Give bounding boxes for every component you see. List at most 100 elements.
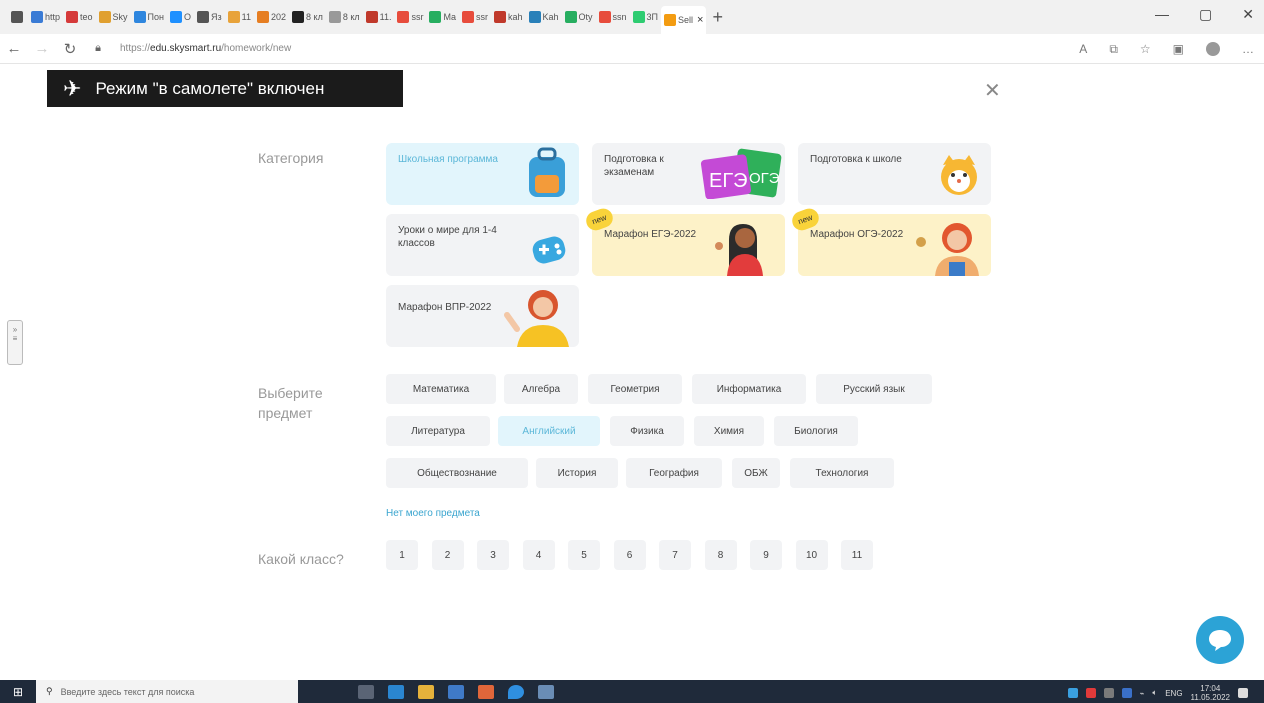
grade-button-7[interactable]: 7 [659,540,691,570]
browser-tab[interactable]: kah [491,6,526,28]
volume-icon[interactable]: 🔈︎ [1152,688,1157,698]
network-icon[interactable]: ⌁ [1140,689,1145,698]
subject-social[interactable]: Обществознание [386,458,528,488]
notifications-icon[interactable] [1238,688,1248,698]
favorites-icon[interactable]: ☆ [1140,42,1151,57]
subject-geometry[interactable]: Геометрия [588,374,682,404]
subject-english[interactable]: Английский [498,416,600,446]
subject-biology[interactable]: Биология [774,416,858,446]
subject-russian[interactable]: Русский язык [816,374,932,404]
subject-chemistry[interactable]: Химия [694,416,764,446]
browser-tab[interactable]: Oty [562,6,596,28]
browser-tab[interactable]: 11 [225,6,254,28]
grade-button-11[interactable]: 11 [841,540,873,570]
grade-button-1[interactable]: 1 [386,540,418,570]
chat-bubble-icon [1209,630,1231,651]
grade-button-3[interactable]: 3 [477,540,509,570]
app-orange-icon[interactable] [478,684,494,699]
close-window-icon[interactable]: ✕ [1242,6,1254,23]
task-view-icon[interactable] [358,684,374,699]
category-exam-prep[interactable]: Подготовка к экзаменам ЕГЭ ОГЭ [592,143,785,205]
tab-title: О [184,12,192,22]
browser-tab-bar: http teo Sky Пон О Яз 11 202 8 кл 8 кл 11. ssr Ma ssr… [0,0,1264,34]
browser-tab[interactable]: Пон [131,6,167,28]
subject-physics[interactable]: Физика [610,416,684,446]
chat-button[interactable] [1196,616,1244,664]
taskbar-search[interactable]: ⚲ Введите здесь текст для поиска [36,680,298,703]
browser-tab[interactable]: Ma [426,6,459,28]
subject-algebra[interactable]: Алгебра [504,374,578,404]
browser-tab[interactable]: ssr [394,6,426,28]
subject-technology[interactable]: Технология [790,458,894,488]
browser-tab[interactable]: Sell × [661,6,707,34]
read-aloud-icon[interactable]: A [1079,42,1087,57]
no-subject-link[interactable]: Нет моего предмета [386,508,480,519]
grade-button-4[interactable]: 4 [522,540,555,570]
extensions-icon[interactable]: ⧉ [1109,42,1118,57]
grade-button-8[interactable]: 8 [704,540,737,570]
browser-tab[interactable]: Kah [526,6,562,28]
grade-button-5[interactable]: 5 [568,540,600,570]
windows-start-icon[interactable]: ⊞ [0,685,36,699]
tray-icon-2[interactable] [1085,688,1096,698]
browser-tab[interactable]: Яз [194,6,225,28]
store-icon[interactable] [448,684,464,699]
browser-tab[interactable]: teo [63,6,96,28]
subject-literature[interactable]: Литература [386,416,490,446]
tab-actions-icon[interactable] [8,6,28,28]
tray-icon-4[interactable] [1121,688,1132,698]
maximize-icon[interactable]: ▢ [1199,6,1212,23]
browser-tab[interactable]: ssn [596,6,630,28]
subject-math[interactable]: Математика [386,374,496,404]
browser-tab[interactable]: 8 кл [326,6,363,28]
browser-tab[interactable]: 8 кл [289,6,326,28]
minimize-icon[interactable]: — [1155,6,1169,23]
back-icon[interactable]: ← [0,40,28,57]
browser-tab[interactable]: Sky [96,6,131,28]
clock[interactable]: 17:04 11.05.2022 [1191,684,1230,702]
ege-text: ЕГЭ [709,170,748,192]
subject-history[interactable]: История [536,458,618,488]
tab-title: kah [507,12,523,22]
tab-title: ssr [411,12,424,22]
category-school-program[interactable]: Школьная программа [386,143,579,205]
category-school-prep[interactable]: Подготовка к школе [798,143,991,205]
grade-button-6[interactable]: 6 [613,540,646,570]
side-panel-handle[interactable]: » ≡ [7,320,23,365]
category-marathon-vpr[interactable]: Марафон ВПР-2022 [386,285,579,347]
browser-tab[interactable]: ssr [459,6,491,28]
url-field[interactable]: https://edu.skysmart.ru/homework/new [120,43,291,54]
profile-avatar[interactable] [1206,42,1220,56]
tray-icon-3[interactable] [1103,688,1114,698]
airplane-icon: ✈ [63,75,82,101]
browser-tab[interactable]: 11. [363,6,395,28]
category-marathon-oge[interactable]: new Марафон ОГЭ-2022 [789,206,991,276]
browser-tab[interactable]: http [28,6,63,28]
more-icon[interactable]: … [1242,42,1254,57]
category-world-lessons[interactable]: Уроки о мире для 1-4 классов [386,214,579,276]
category-label-text: Марафон ЕГЭ-2022 [604,229,697,240]
tray-icon-1[interactable] [1067,688,1078,698]
close-icon[interactable]: ✕ [984,78,1001,103]
new-tab-button[interactable]: + [712,7,723,28]
browser-tab[interactable]: О [167,6,194,28]
tab-title: ssr [475,12,488,22]
subject-obzh[interactable]: ОБЖ [732,458,780,488]
subject-informatics[interactable]: Информатика [692,374,806,404]
language-indicator[interactable]: ENG [1165,689,1182,698]
edge-icon[interactable] [388,684,404,699]
subject-geography[interactable]: География [626,458,722,488]
browser-tab[interactable]: 202 [254,6,289,28]
forward-icon[interactable]: → [28,40,56,57]
browser-tab[interactable]: 3П [630,6,661,28]
collections-icon[interactable]: ▣ [1173,42,1184,57]
close-tab-icon[interactable]: × [697,14,703,26]
refresh-icon[interactable]: ↻ [56,40,84,58]
grade-button-10[interactable]: 10 [795,540,828,570]
app-photos-icon[interactable] [538,684,554,699]
grade-button-9[interactable]: 9 [750,540,782,570]
grade-button-2[interactable]: 2 [431,540,464,570]
category-marathon-ege[interactable]: new Марафон ЕГЭ-2022 [583,206,785,276]
app-drop-icon[interactable] [508,684,524,699]
file-explorer-icon[interactable] [418,684,434,699]
